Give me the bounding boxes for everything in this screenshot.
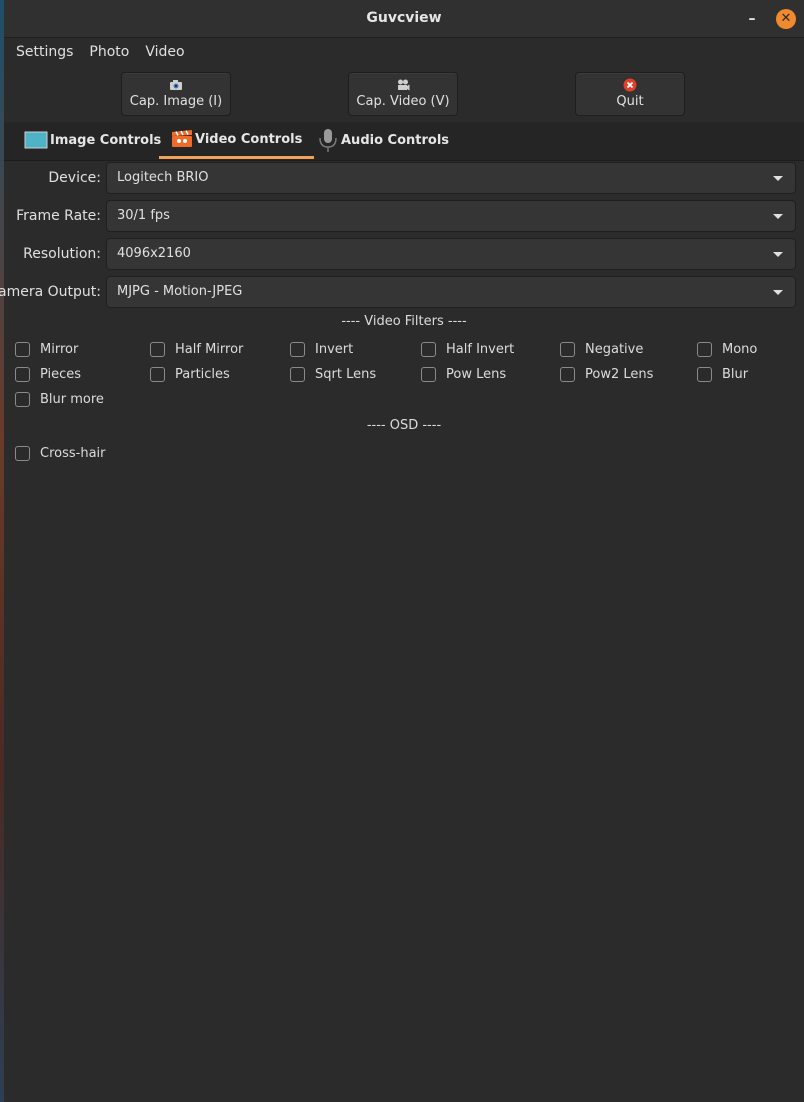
cap-video-label: Cap. Video (V)	[356, 94, 450, 109]
tab-label: Audio Controls	[341, 132, 450, 148]
microphone-icon	[319, 129, 337, 152]
menu-video[interactable]: Video	[137, 44, 192, 60]
filter-checkbox-sqrt-lens[interactable]: Sqrt Lens	[290, 364, 376, 384]
quit-button[interactable]: Quit	[575, 72, 685, 116]
menu-photo[interactable]: Photo	[81, 44, 137, 60]
filter-checkbox-pow-lens[interactable]: Pow Lens	[421, 364, 506, 384]
checkbox-box[interactable]	[421, 366, 436, 382]
menu-settings[interactable]: Settings	[8, 44, 81, 60]
checkbox-box[interactable]	[15, 341, 30, 357]
filter-checkbox-blur[interactable]: Blur	[697, 364, 748, 384]
resolution-combo[interactable]: 4096x2160	[106, 238, 796, 270]
device-combo[interactable]: Logitech BRIO	[106, 162, 796, 194]
filter-checkbox-blur-more[interactable]: Blur more	[15, 389, 104, 409]
checkbox-box[interactable]	[15, 366, 30, 382]
checkbox-box[interactable]	[560, 341, 575, 357]
resolution-row: Resolution: 4096x2160	[4, 238, 804, 270]
filter-checkbox-particles[interactable]: Particles	[150, 364, 230, 384]
checkbox-box[interactable]	[697, 341, 712, 357]
tab-label: Image Controls	[50, 132, 162, 148]
camera-output-row: Camera Output: MJPG - Motion-JPEG	[0, 276, 804, 308]
resolution-label: Resolution:	[23, 246, 101, 262]
cap-video-button[interactable]: Cap. Video (V)	[348, 72, 458, 116]
video-camera-icon	[398, 79, 410, 91]
filter-label: Negative	[585, 341, 644, 357]
filter-label: Pow2 Lens	[585, 366, 654, 382]
minimize-button[interactable]: –	[742, 9, 762, 29]
filter-label: Mirror	[40, 341, 79, 357]
tab-video-controls[interactable]: Video Controls	[159, 122, 315, 159]
quit-icon	[623, 78, 637, 92]
guvcview-window: Guvcview – ✕ Settings Photo Video Cap. I…	[0, 0, 804, 1102]
filter-label: Sqrt Lens	[315, 366, 377, 382]
chevron-down-icon	[773, 214, 783, 219]
frame-rate-combo[interactable]: 30/1 fps	[106, 200, 796, 232]
checkbox-box[interactable]	[421, 341, 436, 357]
filter-label: Particles	[175, 366, 230, 382]
filter-checkbox-mirror[interactable]: Mirror	[15, 339, 78, 359]
checkbox-box[interactable]	[15, 391, 30, 407]
device-label: Device:	[48, 170, 101, 186]
chevron-down-icon	[773, 290, 783, 295]
camera-icon	[170, 80, 182, 90]
filter-label: Mono	[722, 341, 758, 357]
quit-label: Quit	[616, 94, 644, 109]
camera-output-label: Camera Output:	[0, 284, 101, 300]
tab-bar: Image Controls Video Controls Audio Cont…	[4, 122, 804, 161]
tab-label: Video Controls	[195, 131, 303, 147]
filter-label: Pow Lens	[446, 366, 507, 382]
close-button[interactable]: ✕	[776, 9, 796, 29]
filter-label: Half Invert	[446, 341, 515, 357]
osd-label: Cross-hair	[40, 445, 106, 461]
cap-image-label: Cap. Image (I)	[129, 94, 223, 109]
filter-checkbox-pow2-lens[interactable]: Pow2 Lens	[560, 364, 653, 384]
camera-output-combo[interactable]: MJPG - Motion-JPEG	[106, 276, 796, 308]
video-filters-title: ---- Video Filters ----	[341, 314, 467, 329]
image-icon	[24, 131, 48, 149]
filter-checkbox-mono[interactable]: Mono	[697, 339, 757, 359]
filter-label: Blur	[722, 366, 749, 382]
tab-image-controls[interactable]: Image Controls	[24, 122, 161, 158]
title-bar: Guvcview – ✕	[4, 0, 804, 38]
checkbox-box[interactable]	[290, 341, 305, 357]
chevron-down-icon	[773, 176, 783, 181]
filter-checkbox-negative[interactable]: Negative	[560, 339, 643, 359]
osd-checkbox-cross-hair[interactable]: Cross-hair	[15, 443, 106, 463]
frame-rate-label: Frame Rate:	[16, 208, 101, 224]
toolbar: Cap. Image (I) Cap. Video (V) Quit	[4, 66, 804, 122]
filter-label: Pieces	[40, 366, 82, 382]
osd-title: ---- OSD ----	[366, 418, 442, 433]
filter-label: Invert	[315, 341, 354, 357]
device-value: Logitech BRIO	[117, 170, 209, 185]
resolution-value: 4096x2160	[117, 246, 191, 261]
clapperboard-icon	[172, 130, 192, 147]
frame-rate-row: Frame Rate: 30/1 fps	[4, 200, 804, 232]
tab-audio-controls[interactable]: Audio Controls	[317, 122, 449, 158]
checkbox-box[interactable]	[560, 366, 575, 382]
filter-checkbox-half-mirror[interactable]: Half Mirror	[150, 339, 243, 359]
window-title: Guvcview	[366, 10, 442, 26]
filter-checkbox-invert[interactable]: Invert	[290, 339, 353, 359]
checkbox-box[interactable]	[150, 366, 165, 382]
menu-bar: Settings Photo Video	[4, 38, 804, 66]
checkbox-box[interactable]	[290, 366, 305, 382]
checkbox-box[interactable]	[697, 366, 712, 382]
filter-checkbox-half-invert[interactable]: Half Invert	[421, 339, 514, 359]
checkbox-box[interactable]	[150, 341, 165, 357]
filter-label: Blur more	[40, 391, 104, 407]
filter-label: Half Mirror	[175, 341, 244, 357]
cap-image-button[interactable]: Cap. Image (I)	[121, 72, 231, 116]
chevron-down-icon	[773, 252, 783, 257]
checkbox-box[interactable]	[15, 445, 30, 461]
device-row: Device: Logitech BRIO	[4, 162, 804, 194]
frame-rate-value: 30/1 fps	[117, 208, 170, 223]
filter-checkbox-pieces[interactable]: Pieces	[15, 364, 81, 384]
camera-output-value: MJPG - Motion-JPEG	[117, 284, 243, 299]
